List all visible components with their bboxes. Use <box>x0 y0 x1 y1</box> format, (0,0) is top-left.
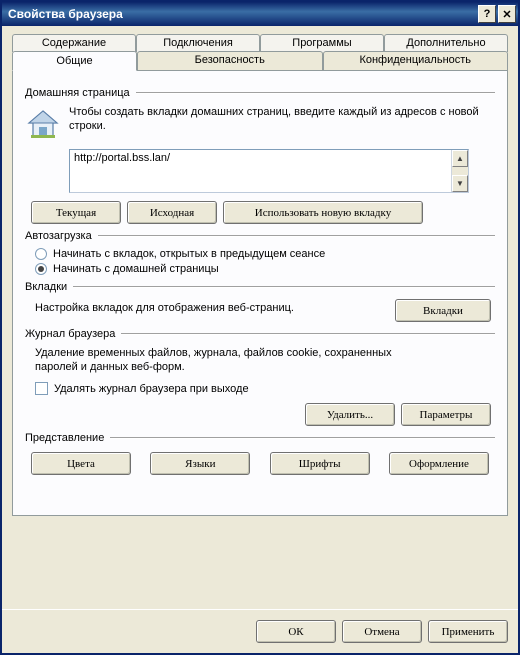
group-history: Журнал браузера Удаление временных файло… <box>25 328 495 426</box>
group-appearance-label: Представление <box>25 432 110 444</box>
ok-button[interactable]: ОК <box>256 620 336 643</box>
group-history-label: Журнал браузера <box>25 328 121 340</box>
tab-programs[interactable]: Программы <box>260 34 384 52</box>
close-icon[interactable]: ✕ <box>498 5 516 23</box>
homepage-url-input[interactable]: http://portal.bss.lan/ ▲ ▼ <box>69 149 469 193</box>
scroll-up-icon[interactable]: ▲ <box>452 150 468 167</box>
radio-last-session-label: Начинать с вкладок, открытых в предыдуще… <box>53 248 325 260</box>
tabs-settings-button[interactable]: Вкладки <box>395 299 491 322</box>
dialog-button-bar: ОК Отмена Применить <box>2 609 518 653</box>
fonts-button[interactable]: Шрифты <box>270 452 370 475</box>
divider <box>136 92 495 94</box>
checkbox-icon <box>35 382 48 395</box>
tab-general[interactable]: Общие <box>12 51 137 71</box>
help-icon[interactable]: ? <box>478 5 496 23</box>
radio-last-session[interactable]: Начинать с вкладок, открытых в предыдуще… <box>35 248 495 260</box>
group-homepage: Домашняя страница Чтобы созда <box>25 87 495 224</box>
tab-content[interactable]: Содержание <box>12 34 136 52</box>
accessibility-button[interactable]: Оформление <box>389 452 489 475</box>
radio-icon <box>35 263 47 275</box>
home-icon <box>25 107 61 143</box>
group-tabs: Вкладки Настройка вкладок для отображени… <box>25 281 495 322</box>
delete-on-exit-label: Удалять журнал браузера при выходе <box>54 383 249 395</box>
scrollbar[interactable]: ▲ ▼ <box>451 150 468 192</box>
current-page-button[interactable]: Текущая <box>31 201 121 224</box>
history-description: Удаление временных файлов, журнала, файл… <box>35 346 405 374</box>
group-autostart-label: Автозагрузка <box>25 230 98 242</box>
tab-row-front: Общие Безопасность Конфиденциальность <box>12 51 508 70</box>
divider <box>98 235 495 237</box>
radio-homepage[interactable]: Начинать с домашней страницы <box>35 263 495 275</box>
divider <box>110 437 495 439</box>
dialog-window: Свойства браузера ? ✕ Содержание Подключ… <box>0 0 520 655</box>
group-autostart: Автозагрузка Начинать с вкладок, открыты… <box>25 230 495 275</box>
tab-connections[interactable]: Подключения <box>136 34 260 52</box>
apply-button[interactable]: Применить <box>428 620 508 643</box>
radio-icon <box>35 248 47 260</box>
tab-privacy[interactable]: Конфиденциальность <box>323 51 509 70</box>
group-appearance: Представление Цвета Языки Шрифты Оформле… <box>25 432 495 475</box>
tab-row-back: Содержание Подключения Программы Дополни… <box>12 34 508 52</box>
titlebar: Свойства браузера ? ✕ <box>2 2 518 26</box>
radio-homepage-label: Начинать с домашней страницы <box>53 263 219 275</box>
delete-history-button[interactable]: Удалить... <box>305 403 395 426</box>
tabs-area: Содержание Подключения Программы Дополни… <box>12 34 508 516</box>
delete-on-exit-checkbox[interactable]: Удалять журнал браузера при выходе <box>35 382 495 395</box>
tabs-description: Настройка вкладок для отображения веб-ст… <box>35 301 294 315</box>
divider <box>73 286 495 288</box>
scroll-down-icon[interactable]: ▼ <box>452 175 468 192</box>
group-tabs-label: Вкладки <box>25 281 73 293</box>
window-title: Свойства браузера <box>8 7 478 21</box>
titlebar-buttons: ? ✕ <box>478 5 516 23</box>
tab-advanced[interactable]: Дополнительно <box>384 34 508 52</box>
homepage-description: Чтобы создать вкладки домашних страниц, … <box>69 105 495 143</box>
tab-page-general: Домашняя страница Чтобы созда <box>12 70 508 516</box>
homepage-url-text: http://portal.bss.lan/ <box>74 152 170 164</box>
group-homepage-label: Домашняя страница <box>25 87 136 99</box>
default-page-button[interactable]: Исходная <box>127 201 217 224</box>
tab-security[interactable]: Безопасность <box>137 51 323 70</box>
history-params-button[interactable]: Параметры <box>401 403 491 426</box>
dialog-body: Содержание Подключения Программы Дополни… <box>2 26 518 609</box>
languages-button[interactable]: Языки <box>150 452 250 475</box>
colors-button[interactable]: Цвета <box>31 452 131 475</box>
use-newtab-button[interactable]: Использовать новую вкладку <box>223 201 423 224</box>
cancel-button[interactable]: Отмена <box>342 620 422 643</box>
divider <box>121 333 495 335</box>
